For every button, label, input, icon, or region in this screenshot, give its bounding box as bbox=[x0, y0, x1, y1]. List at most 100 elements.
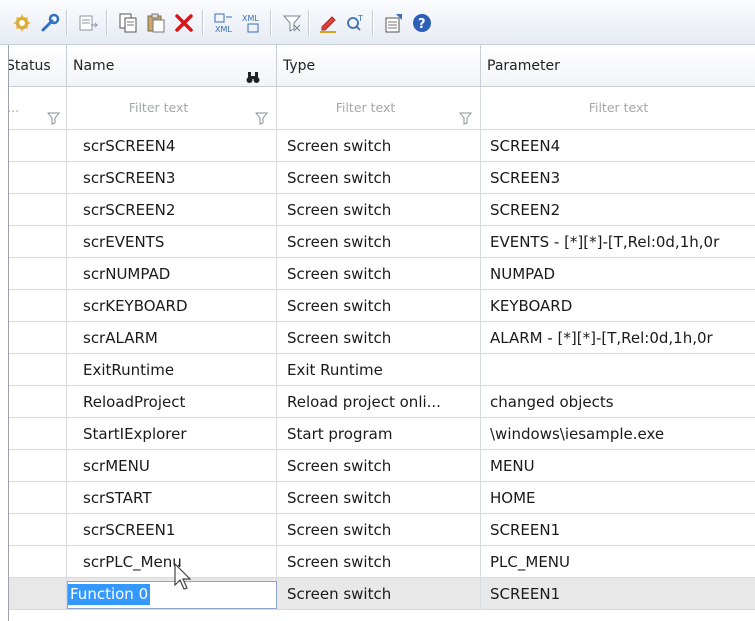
name-cell[interactable]: ExitRuntime bbox=[67, 354, 277, 386]
parameter-cell[interactable]: KEYBOARD bbox=[481, 290, 755, 322]
parameter-cell[interactable]: EVENTS - [*][*]-[T,Rel:0d,1h,0r bbox=[481, 226, 755, 258]
table-row[interactable]: ReloadProject Reload project onli... chang… bbox=[9, 386, 755, 418]
name-cell[interactable]: scrSCREEN3 bbox=[67, 162, 277, 194]
table-row[interactable]: scrSTART Screen switch HOME bbox=[9, 482, 755, 514]
table-row[interactable]: StartIExplorer Start program \windows\iesa… bbox=[9, 418, 755, 450]
table-row[interactable]: scrSCREEN3 Screen switch SCREEN3 bbox=[9, 162, 755, 194]
filter-clear-icon[interactable] bbox=[280, 11, 304, 35]
parameter-cell[interactable]: SCREEN1 bbox=[481, 514, 755, 546]
type-cell[interactable]: Start program bbox=[277, 418, 481, 450]
column-header-parameter[interactable]: Parameter bbox=[481, 45, 755, 87]
status-cell[interactable] bbox=[9, 482, 67, 514]
parameter-filter[interactable]: Filter text bbox=[481, 87, 755, 130]
name-cell[interactable]: StartIExplorer bbox=[67, 418, 277, 450]
column-header-status[interactable]: Status bbox=[9, 45, 67, 87]
type-cell[interactable]: Reload project onli... bbox=[277, 386, 481, 418]
name-cell[interactable]: scrNUMPAD bbox=[67, 258, 277, 290]
name-cell[interactable]: scrSCREEN4 bbox=[67, 130, 277, 162]
export-xml-icon[interactable]: XML bbox=[212, 11, 236, 35]
type-cell[interactable]: Screen switch bbox=[277, 578, 481, 610]
status-cell[interactable] bbox=[9, 162, 67, 194]
table-row[interactable]: scrMENU Screen switch MENU bbox=[9, 450, 755, 482]
status-cell[interactable] bbox=[9, 322, 67, 354]
status-cell[interactable] bbox=[9, 450, 67, 482]
status-cell[interactable] bbox=[9, 386, 67, 418]
parameter-cell[interactable]: \windows\iesample.exe bbox=[481, 418, 755, 450]
parameter-cell[interactable]: ALARM - [*][*]-[T,Rel:0d,1h,0r bbox=[481, 322, 755, 354]
name-filter[interactable]: Filter text bbox=[67, 87, 277, 130]
type-cell[interactable]: Exit Runtime bbox=[277, 354, 481, 386]
add-function-icon[interactable] bbox=[10, 11, 34, 35]
table-row[interactable]: scrPLC_Menu Screen switch PLC_MENU bbox=[9, 546, 755, 578]
name-cell[interactable]: scrSCREEN2 bbox=[67, 194, 277, 226]
status-cell[interactable] bbox=[9, 194, 67, 226]
status-filter[interactable]: F... bbox=[9, 87, 67, 130]
type-filter[interactable]: Filter text bbox=[277, 87, 481, 130]
table-row[interactable]: scrSCREEN4 Screen switch SCREEN4 bbox=[9, 130, 755, 162]
type-cell[interactable]: Screen switch bbox=[277, 322, 481, 354]
help-icon[interactable]: ? bbox=[410, 11, 434, 35]
parameter-cell[interactable]: SCREEN4 bbox=[481, 130, 755, 162]
type-cell[interactable]: Screen switch bbox=[277, 162, 481, 194]
funnel-icon[interactable] bbox=[254, 100, 269, 129]
column-header-name[interactable]: Name bbox=[67, 45, 277, 87]
parameter-cell[interactable]: HOME bbox=[481, 482, 755, 514]
parameter-cell[interactable]: NUMPAD bbox=[481, 258, 755, 290]
name-cell[interactable]: ReloadProject bbox=[67, 386, 277, 418]
binoculars-icon[interactable] bbox=[246, 59, 260, 86]
type-cell[interactable]: Screen switch bbox=[277, 226, 481, 258]
type-cell[interactable]: Screen switch bbox=[277, 450, 481, 482]
table-row[interactable]: scrNUMPAD Screen switch NUMPAD bbox=[9, 258, 755, 290]
parameter-cell[interactable]: SCREEN1 bbox=[481, 578, 755, 610]
name-cell[interactable]: scrSCREEN1 bbox=[67, 514, 277, 546]
wrench-icon[interactable] bbox=[38, 11, 62, 35]
table-row[interactable]: scrKEYBOARD Screen switch KEYBOARD bbox=[9, 290, 755, 322]
copy-icon[interactable] bbox=[116, 11, 140, 35]
paste-icon[interactable] bbox=[144, 11, 168, 35]
type-cell[interactable]: Screen switch bbox=[277, 290, 481, 322]
type-cell[interactable]: Screen switch bbox=[277, 130, 481, 162]
name-cell[interactable]: scrPLC_Menu bbox=[67, 546, 277, 578]
name-cell[interactable]: scrMENU bbox=[67, 450, 277, 482]
name-cell[interactable]: Function 0 bbox=[67, 578, 277, 610]
status-cell[interactable] bbox=[9, 290, 67, 322]
table-row[interactable]: ExitRuntime Exit Runtime bbox=[9, 354, 755, 386]
query-icon[interactable]: T bbox=[344, 11, 368, 35]
type-cell[interactable]: Screen switch bbox=[277, 546, 481, 578]
status-cell[interactable] bbox=[9, 130, 67, 162]
name-cell[interactable]: scrKEYBOARD bbox=[67, 290, 277, 322]
table-row[interactable]: scrALARM Screen switch ALARM - [*][*]-[T,R… bbox=[9, 322, 755, 354]
name-cell[interactable]: scrEVENTS bbox=[67, 226, 277, 258]
type-cell[interactable]: Screen switch bbox=[277, 258, 481, 290]
parameter-cell[interactable]: SCREEN3 bbox=[481, 162, 755, 194]
properties-icon[interactable] bbox=[382, 11, 406, 35]
name-cell[interactable]: scrALARM bbox=[67, 322, 277, 354]
table-row[interactable]: scrSCREEN2 Screen switch SCREEN2 bbox=[9, 194, 755, 226]
funnel-icon[interactable] bbox=[458, 100, 473, 129]
type-cell[interactable]: Screen switch bbox=[277, 194, 481, 226]
table-row[interactable]: scrEVENTS Screen switch EVENTS - [*][*]-[T… bbox=[9, 226, 755, 258]
funnel-icon[interactable] bbox=[46, 100, 61, 129]
edit-icon[interactable] bbox=[316, 11, 340, 35]
status-cell[interactable] bbox=[9, 514, 67, 546]
type-cell[interactable]: Screen switch bbox=[277, 514, 481, 546]
column-header-type[interactable]: Type bbox=[277, 45, 481, 87]
name-cell[interactable]: scrSTART bbox=[67, 482, 277, 514]
parameter-cell[interactable]: MENU bbox=[481, 450, 755, 482]
type-cell[interactable]: Screen switch bbox=[277, 482, 481, 514]
parameter-cell[interactable]: changed objects bbox=[481, 386, 755, 418]
move-icon[interactable] bbox=[76, 11, 100, 35]
status-cell[interactable] bbox=[9, 418, 67, 450]
parameter-cell[interactable] bbox=[481, 354, 755, 386]
status-cell[interactable] bbox=[9, 546, 67, 578]
parameter-cell[interactable]: PLC_MENU bbox=[481, 546, 755, 578]
import-xml-icon[interactable]: XML bbox=[240, 11, 264, 35]
status-cell[interactable] bbox=[9, 226, 67, 258]
table-row[interactable]: scrSCREEN1 Screen switch SCREEN1 bbox=[9, 514, 755, 546]
status-cell[interactable] bbox=[9, 354, 67, 386]
status-cell[interactable] bbox=[9, 258, 67, 290]
delete-icon[interactable] bbox=[172, 11, 196, 35]
table-row[interactable]: Function 0 Screen switch SCREEN1 bbox=[9, 578, 755, 610]
name-edit-field[interactable]: Function 0 bbox=[67, 581, 277, 609]
parameter-cell[interactable]: SCREEN2 bbox=[481, 194, 755, 226]
